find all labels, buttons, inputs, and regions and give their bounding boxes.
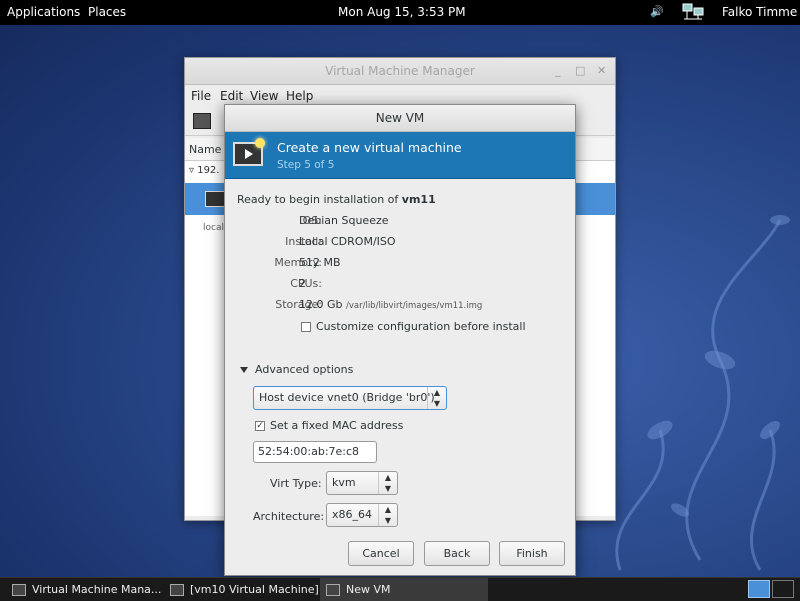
user-menu[interactable]: Falko Timme xyxy=(722,5,797,19)
workspace-2[interactable] xyxy=(772,580,794,598)
storage-value: 12.0 Gb xyxy=(299,298,343,311)
architecture-label: Architecture: xyxy=(253,510,325,523)
ready-prefix: Ready to begin installation of xyxy=(237,193,402,206)
taskbar: Virtual Machine Mana... [vm10 Virtual Ma… xyxy=(0,577,800,601)
vm-name: vm11 xyxy=(401,193,436,206)
os-value: Debian Squeeze xyxy=(299,214,389,227)
places-menu[interactable]: Places xyxy=(88,5,126,19)
minimize-icon[interactable]: _ xyxy=(555,64,561,77)
architecture-select[interactable]: x86_64 ▲ ▼ xyxy=(326,503,398,527)
network-select-value: Host device vnet0 (Bridge 'br0') xyxy=(259,391,435,404)
virt-type-label: Virt Type: xyxy=(270,477,322,490)
expander-arrow-icon[interactable] xyxy=(240,367,248,373)
virt-type-value: kvm xyxy=(332,476,356,489)
dialog-title[interactable]: New VM xyxy=(225,105,575,132)
cpus-row: CPUs: xyxy=(225,277,322,291)
storage-value-group: 12.0 Gb /var/lib/libvirt/images/vm11.img xyxy=(299,298,482,311)
window-icon xyxy=(170,583,184,596)
task-vm10-label: [vm10 Virtual Machine] xyxy=(190,583,319,596)
close-icon[interactable]: ✕ xyxy=(597,64,606,77)
vmm-titlebar[interactable]: Virtual Machine Manager _ □ ✕ xyxy=(185,58,615,85)
name-column-label: Name xyxy=(189,143,222,156)
task-vmm-label: Virtual Machine Mana... xyxy=(32,583,162,596)
cpus-label: CPUs: xyxy=(290,277,322,290)
install-value: Local CDROM/ISO xyxy=(299,235,396,248)
maximize-icon[interactable]: □ xyxy=(575,64,585,77)
task-vm10[interactable]: [vm10 Virtual Machine] xyxy=(164,578,326,601)
host-row[interactable]: ▿ 192. xyxy=(189,165,219,176)
memory-value: 512 MB xyxy=(299,256,341,269)
updown-arrow-icon: ▲ ▼ xyxy=(427,387,446,409)
task-vmm[interactable]: Virtual Machine Mana... xyxy=(6,578,168,601)
top-panel: Applications Places Mon Aug 15, 3:53 PM … xyxy=(0,0,800,25)
new-vm-icon[interactable] xyxy=(193,113,211,129)
window-icon xyxy=(326,583,340,596)
advanced-options-expander[interactable]: Advanced options xyxy=(255,363,353,376)
cpus-value: 2 xyxy=(299,277,306,290)
finish-button[interactable]: Finish xyxy=(499,541,565,566)
menu-view[interactable]: View xyxy=(250,89,278,103)
fixed-mac-label[interactable]: Set a fixed MAC address xyxy=(270,419,403,432)
vm-monitor-icon xyxy=(205,191,225,207)
ready-text: Ready to begin installation of vm11 xyxy=(237,193,436,206)
updown-arrow-icon: ▲ ▼ xyxy=(378,504,397,526)
volume-icon[interactable]: 🔊 xyxy=(650,5,664,18)
vmm-title: Virtual Machine Manager xyxy=(325,64,475,78)
customize-checkbox[interactable] xyxy=(301,322,311,332)
window-icon xyxy=(12,583,26,596)
banner-title: Create a new virtual machine xyxy=(277,140,462,155)
network-icon[interactable] xyxy=(682,3,704,24)
menu-file[interactable]: File xyxy=(191,89,211,103)
task-new-vm-label: New VM xyxy=(346,583,391,596)
updown-arrow-icon: ▲ ▼ xyxy=(378,472,397,494)
fixed-mac-checkbox[interactable]: ✓ xyxy=(255,421,265,431)
network-select[interactable]: Host device vnet0 (Bridge 'br0') ▲ ▼ xyxy=(253,386,447,410)
back-button[interactable]: Back xyxy=(424,541,490,566)
architecture-value: x86_64 xyxy=(332,508,373,521)
clock[interactable]: Mon Aug 15, 3:53 PM xyxy=(338,5,466,19)
banner-step: Step 5 of 5 xyxy=(277,159,335,171)
cancel-button[interactable]: Cancel xyxy=(348,541,414,566)
mac-address-input[interactable]: 52:54:00:ab:7e:c8 xyxy=(253,441,377,463)
host-row-label: 192. xyxy=(197,165,220,176)
task-new-vm[interactable]: New VM xyxy=(320,578,488,601)
menu-edit[interactable]: Edit xyxy=(220,89,243,103)
customize-label[interactable]: Customize configuration before install xyxy=(316,320,526,333)
wizard-banner: Create a new virtual machine Step 5 of 5 xyxy=(225,132,575,179)
workspace-1[interactable] xyxy=(748,580,770,598)
menu-help[interactable]: Help xyxy=(286,89,313,103)
applications-menu[interactable]: Applications xyxy=(7,5,80,19)
sparkle-icon xyxy=(255,138,265,148)
storage-path: /var/lib/libvirt/images/vm11.img xyxy=(346,301,483,311)
virt-type-select[interactable]: kvm ▲ ▼ xyxy=(326,471,398,495)
new-vm-dialog: New VM Create a new virtual machine Step… xyxy=(224,104,576,576)
